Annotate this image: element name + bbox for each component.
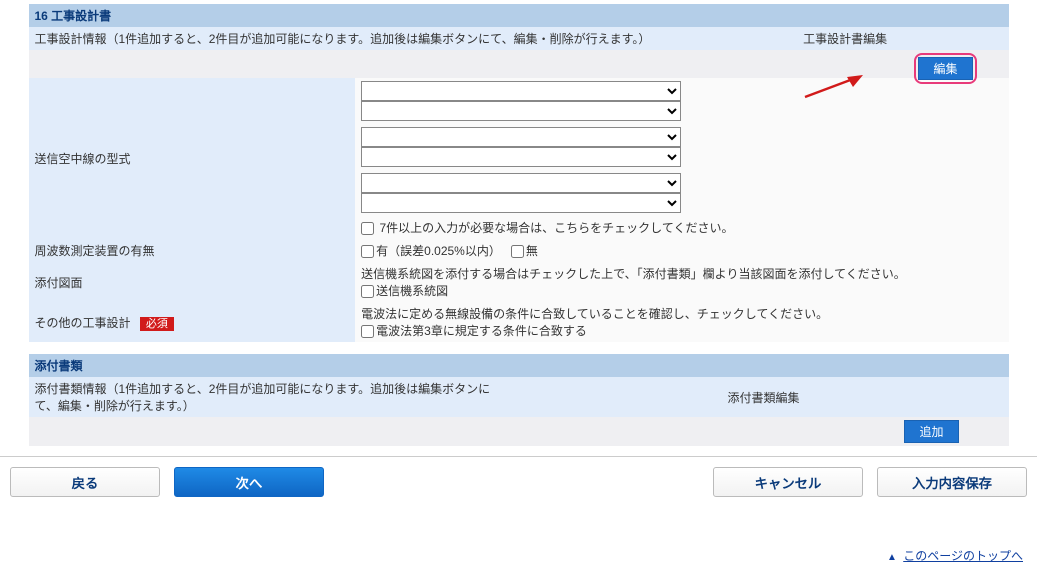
more-than-7-checkbox[interactable] xyxy=(361,222,374,235)
label-attach: 添付図面 xyxy=(29,262,356,302)
attach-cb[interactable] xyxy=(361,285,374,298)
label-tx-antenna: 送信空中線の型式 xyxy=(29,78,356,239)
tx-antenna-select-2[interactable] xyxy=(361,101,681,121)
section-16-title: 16 工事設計書 xyxy=(29,4,1009,27)
edit-button[interactable]: 編集 xyxy=(918,57,972,80)
other-cb[interactable] xyxy=(361,325,374,338)
section-16-info: 工事設計情報（1件追加すると、2件目が追加可能になります。追加後は編集ボタンにて… xyxy=(29,27,682,50)
triangle-up-icon: ▲ xyxy=(887,552,897,563)
add-button[interactable]: 追加 xyxy=(904,420,958,443)
edit-header-cell: 工事設計書編集 xyxy=(682,27,1009,50)
freq-cb-2[interactable] xyxy=(511,245,524,258)
label-other-text: その他の工事設計 xyxy=(35,316,131,330)
tx-antenna-select-4[interactable] xyxy=(361,147,681,167)
page-top-link[interactable]: このページのトップへ xyxy=(903,549,1023,563)
other-note: 電波法に定める無線設備の条件に合致していることを確認し、チェックしてください。 xyxy=(361,305,1002,322)
label-other: その他の工事設計 必須 xyxy=(29,302,356,342)
tx-antenna-select-3[interactable] xyxy=(361,127,681,147)
page-top-link-wrap: ▲ このページのトップへ xyxy=(0,507,1037,574)
cancel-button[interactable]: キャンセル xyxy=(713,467,863,497)
next-button[interactable]: 次へ xyxy=(174,467,324,497)
tx-antenna-select-1[interactable] xyxy=(361,81,681,101)
section-16-table: 16 工事設計書 工事設計情報（1件追加すると、2件目が追加可能になります。追加… xyxy=(29,4,1009,342)
freq-opt1[interactable]: 有（誤差0.025%以内） xyxy=(361,244,501,258)
tx-antenna-select-5[interactable] xyxy=(361,173,681,193)
more-than-7-label-text: 7件以上の入力が必要な場合は、こちらをチェックしてください。 xyxy=(380,221,734,235)
section-attach-info: 添付書類情報（1件追加すると、2件目が追加可能になります。追加後は編集ボタンにて… xyxy=(29,377,519,417)
required-badge: 必須 xyxy=(140,317,174,331)
edit-button-highlight: 編集 xyxy=(914,53,976,84)
attach-edit-header: 添付書類編集 xyxy=(519,377,1009,417)
section-attach-title: 添付書類 xyxy=(29,354,1009,377)
label-freq: 周波数測定装置の有無 xyxy=(29,239,356,262)
attach-cb-row[interactable]: 送信機系統図 xyxy=(361,284,448,298)
freq-cb-1[interactable] xyxy=(361,245,374,258)
tx-antenna-select-6[interactable] xyxy=(361,193,681,213)
back-button[interactable]: 戻る xyxy=(10,467,160,497)
attach-note: 送信機系統図を添付する場合はチェックした上で、「添付書類」欄より当該図面を添付し… xyxy=(361,265,1002,282)
section-attachments-table: 添付書類 添付書類情報（1件追加すると、2件目が追加可能になります。追加後は編集… xyxy=(29,354,1009,446)
freq-opt2[interactable]: 無 xyxy=(511,244,538,258)
other-cb-row[interactable]: 電波法第3章に規定する条件に合致する xyxy=(361,324,587,338)
save-button[interactable]: 入力内容保存 xyxy=(877,467,1027,497)
footer-bar: 戻る 次へ キャンセル 入力内容保存 xyxy=(0,456,1037,507)
more-than-7-row[interactable]: 7件以上の入力が必要な場合は、こちらをチェックしてください。 xyxy=(361,221,733,235)
